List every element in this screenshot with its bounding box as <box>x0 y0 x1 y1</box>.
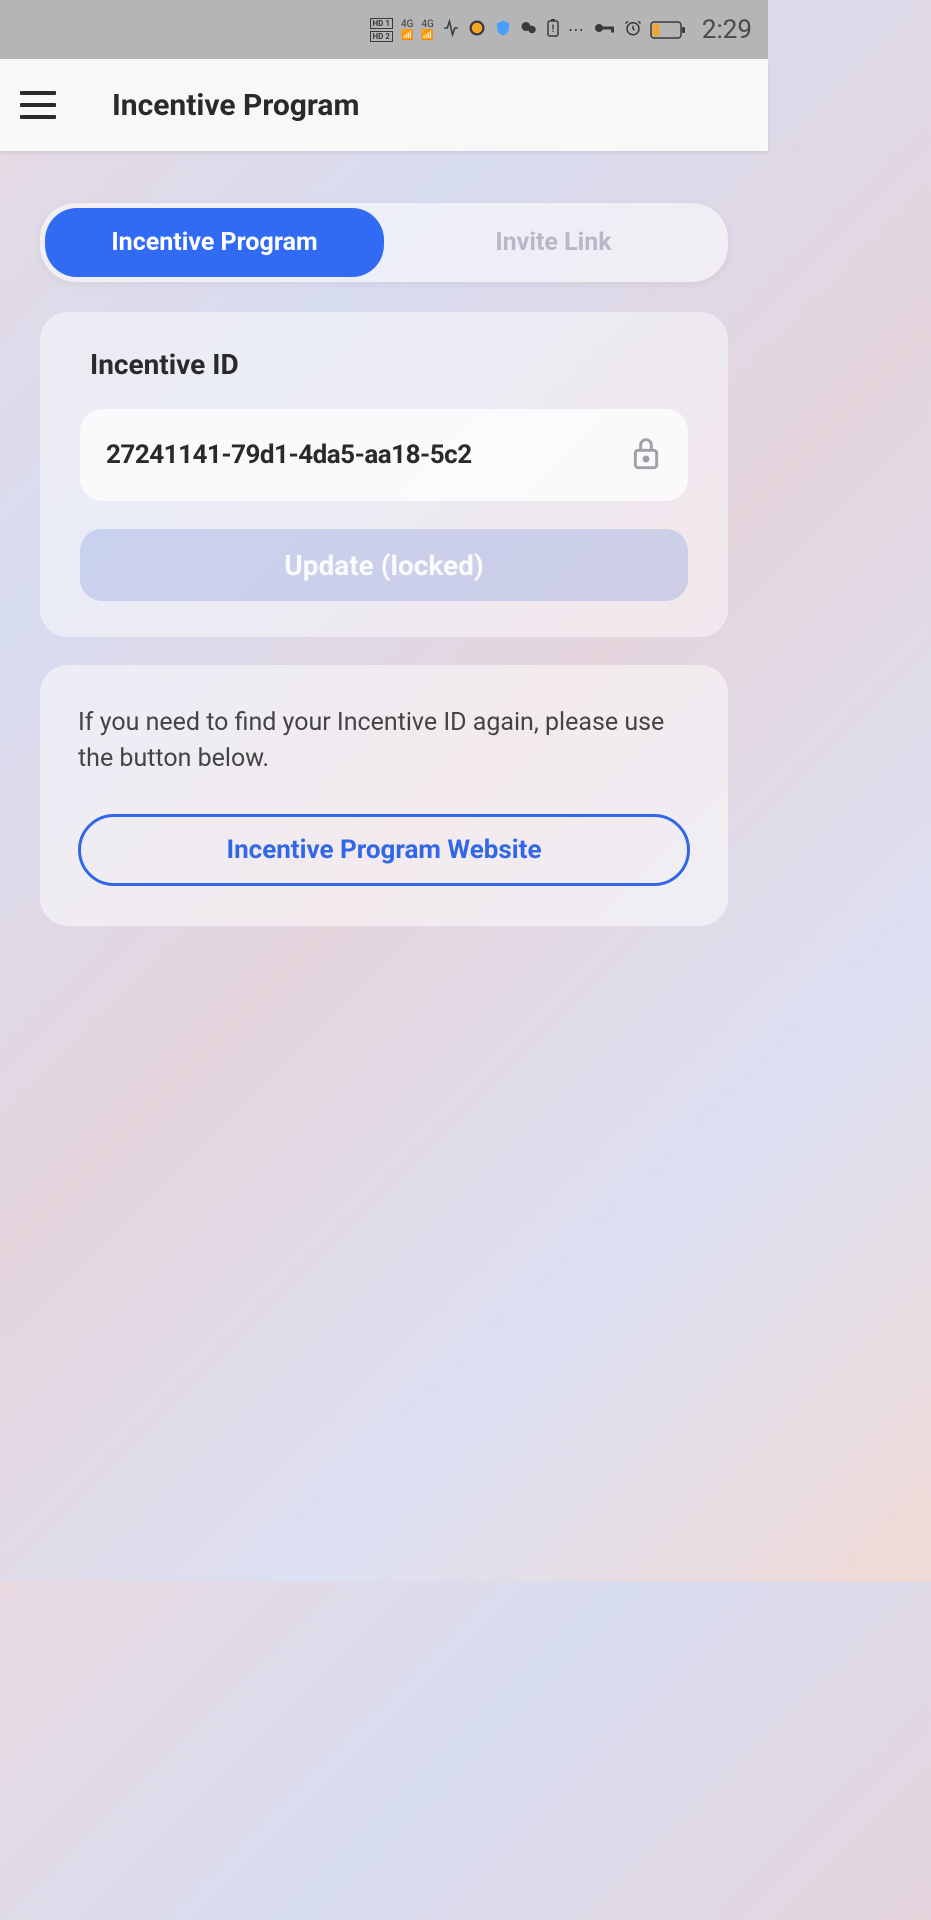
clock-text: 2:29 <box>702 15 752 45</box>
shield-icon <box>494 19 512 41</box>
wechat-icon <box>520 19 538 41</box>
info-text: If you need to find your Incentive ID ag… <box>78 705 690 778</box>
battery-warn-icon: ! <box>546 19 560 41</box>
alarm-icon <box>624 19 642 41</box>
sync-icon <box>468 19 486 41</box>
status-icons: HD 1 HD 2 4G📶 4G📶 ! ⋯ 2:29 <box>370 15 752 45</box>
status-bar: HD 1 HD 2 4G📶 4G📶 ! ⋯ 2:29 <box>0 0 768 59</box>
update-button[interactable]: Update (locked) <box>80 529 688 601</box>
tab-incentive-program[interactable]: Incentive Program <box>45 208 384 277</box>
tab-bar: Incentive Program Invite Link <box>40 203 728 282</box>
more-icon: ⋯ <box>568 20 586 39</box>
incentive-id-field[interactable]: 27241141-79d1-4da5-aa18-5c2 <box>80 409 688 501</box>
vpn-key-icon <box>594 20 616 39</box>
app-header: Incentive Program <box>0 59 768 151</box>
signal-4g-1-icon: 4G📶 <box>401 19 413 41</box>
main-content: Incentive Program Invite Link Incentive … <box>0 151 768 926</box>
incentive-website-button[interactable]: Incentive Program Website <box>78 814 690 886</box>
incentive-id-card: Incentive ID 27241141-79d1-4da5-aa18-5c2… <box>40 312 728 637</box>
lock-icon <box>630 434 662 476</box>
menu-icon[interactable] <box>20 91 56 119</box>
tab-invite-link[interactable]: Invite Link <box>384 208 723 277</box>
battery-icon <box>650 20 686 40</box>
incentive-id-label: Incentive ID <box>90 348 688 381</box>
signal-4g-2-icon: 4G📶 <box>421 19 433 41</box>
incentive-id-value: 27241141-79d1-4da5-aa18-5c2 <box>106 440 472 470</box>
info-card: If you need to find your Incentive ID ag… <box>40 665 728 926</box>
hd-indicator-icon: HD 1 HD 2 <box>370 18 393 42</box>
page-title: Incentive Program <box>112 88 359 123</box>
svg-text:!: ! <box>552 24 555 35</box>
activity-icon <box>442 19 460 41</box>
